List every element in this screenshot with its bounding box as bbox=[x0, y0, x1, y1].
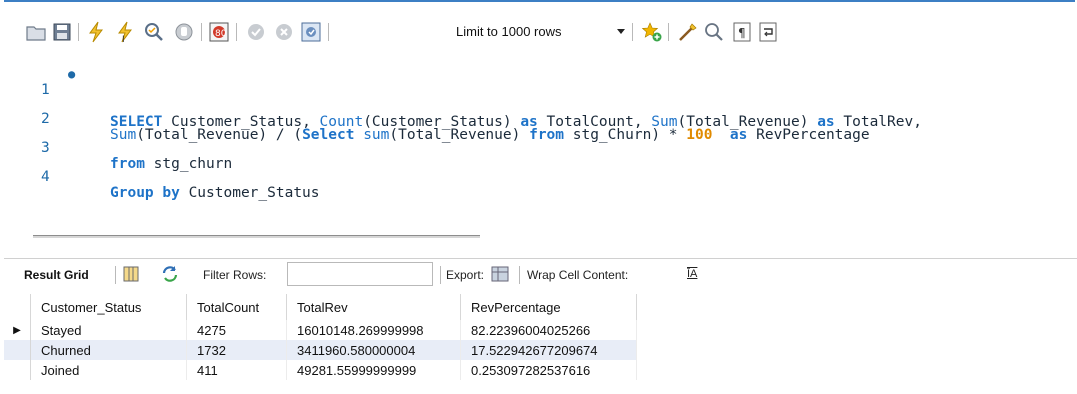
row-marker-header bbox=[4, 294, 31, 320]
toolbar-separator bbox=[201, 23, 202, 41]
invisible-chars-icon[interactable]: ¶ bbox=[730, 20, 754, 44]
result-grid: Customer_Status TotalCount TotalRev RevP… bbox=[4, 294, 637, 380]
current-row-icon: ▶ bbox=[4, 320, 31, 340]
grid-view-icon[interactable] bbox=[121, 264, 141, 284]
column-header[interactable]: RevPercentage bbox=[460, 294, 637, 320]
window-top-border bbox=[4, 0, 1075, 2]
sql-editor[interactable]: 1 ● SELECT Customer_Status, Count(Custom… bbox=[0, 60, 1077, 201]
toolbar-separator bbox=[78, 23, 79, 41]
wrap-cell-label: Wrap Cell Content: bbox=[527, 268, 629, 282]
toolbar-separator bbox=[328, 23, 329, 41]
sql-editor-toolbar: I 80 Limit to 1000 rows ¶ bbox=[0, 20, 1077, 52]
toggle-error-icon[interactable]: 80 bbox=[207, 20, 231, 44]
toolbar-separator bbox=[236, 23, 237, 41]
grid-header-row: Customer_Status TotalCount TotalRev RevP… bbox=[4, 294, 637, 320]
table-cell[interactable]: 411 bbox=[186, 360, 287, 380]
export-icon[interactable] bbox=[490, 264, 510, 284]
table-cell[interactable]: 82.22396004025266 bbox=[460, 320, 637, 340]
code-line: 2 Sum(Total_Revenue) / (Select sum(Total… bbox=[0, 95, 1077, 143]
execute-icon[interactable] bbox=[84, 20, 108, 44]
filter-rows-label: Filter Rows: bbox=[203, 268, 267, 282]
code-text: Group by Customer_Status bbox=[110, 185, 320, 201]
toolbar-separator bbox=[519, 266, 520, 284]
filter-rows-input[interactable] bbox=[287, 262, 433, 286]
svg-text:¶: ¶ bbox=[738, 26, 746, 40]
execute-current-icon[interactable]: I bbox=[113, 20, 137, 44]
svg-text:80: 80 bbox=[215, 29, 227, 39]
table-cell[interactable]: 16010148.269999998 bbox=[286, 320, 461, 340]
row-marker bbox=[4, 340, 31, 360]
identifier: Customer_Status bbox=[179, 185, 320, 201]
refresh-icon[interactable] bbox=[160, 264, 180, 284]
table-row[interactable]: Joined 411 49281.55999999999 0.253097282… bbox=[4, 360, 637, 380]
column-header[interactable]: TotalCount bbox=[186, 294, 287, 320]
explain-icon[interactable] bbox=[142, 20, 166, 44]
rollback-icon[interactable] bbox=[272, 20, 296, 44]
wrap-icon[interactable] bbox=[756, 20, 780, 44]
toolbar-separator bbox=[115, 266, 116, 284]
code-line: 1 ● SELECT Customer_Status, Count(Custom… bbox=[0, 66, 1077, 130]
row-marker bbox=[4, 360, 31, 380]
table-cell[interactable]: Joined bbox=[30, 360, 187, 380]
toolbar-separator bbox=[440, 266, 441, 284]
code-line: 4 Group by Customer_Status bbox=[0, 153, 1077, 201]
wrap-cell-icon[interactable]: ĪA bbox=[687, 268, 697, 280]
keyword: Group by bbox=[110, 185, 180, 201]
beautify-icon[interactable] bbox=[676, 20, 700, 44]
result-grid-tab[interactable]: Result Grid bbox=[24, 268, 89, 282]
chevron-down-icon[interactable] bbox=[617, 29, 625, 34]
line-number: 4 bbox=[41, 169, 50, 185]
table-cell[interactable]: 17.522942677209674 bbox=[460, 340, 637, 360]
table-row[interactable]: ▶ Stayed 4275 16010148.269999998 82.2239… bbox=[4, 320, 637, 340]
limit-rows-select[interactable]: Limit to 1000 rows bbox=[456, 24, 562, 39]
statement-marker-icon: ● bbox=[68, 67, 76, 81]
table-cell[interactable]: 4275 bbox=[186, 320, 287, 340]
column-header[interactable]: TotalRev bbox=[286, 294, 461, 320]
toolbar-separator bbox=[632, 23, 633, 41]
table-row[interactable]: Churned 1732 3411960.580000004 17.522942… bbox=[4, 340, 637, 360]
toolbar-separator bbox=[668, 23, 669, 41]
find-icon[interactable] bbox=[702, 20, 726, 44]
commit-icon[interactable] bbox=[244, 20, 268, 44]
table-cell[interactable]: 0.253097282537616 bbox=[460, 360, 637, 380]
table-cell[interactable]: 49281.55999999999 bbox=[286, 360, 461, 380]
export-label: Export: bbox=[446, 268, 485, 282]
panel-splitter[interactable] bbox=[33, 235, 480, 238]
table-cell[interactable]: Stayed bbox=[30, 320, 187, 340]
table-cell[interactable]: 3411960.580000004 bbox=[286, 340, 461, 360]
table-cell[interactable]: Churned bbox=[30, 340, 187, 360]
folder-open-icon[interactable] bbox=[24, 20, 48, 44]
code-line: 3 from stg_churn bbox=[0, 124, 1077, 172]
save-icon[interactable] bbox=[50, 20, 74, 44]
svg-text:I: I bbox=[122, 35, 125, 43]
stop-icon[interactable] bbox=[172, 20, 196, 44]
autocommit-icon[interactable] bbox=[299, 20, 323, 44]
table-cell[interactable]: 1732 bbox=[186, 340, 287, 360]
add-snippet-icon[interactable] bbox=[640, 20, 664, 44]
column-header[interactable]: Customer_Status bbox=[30, 294, 187, 320]
